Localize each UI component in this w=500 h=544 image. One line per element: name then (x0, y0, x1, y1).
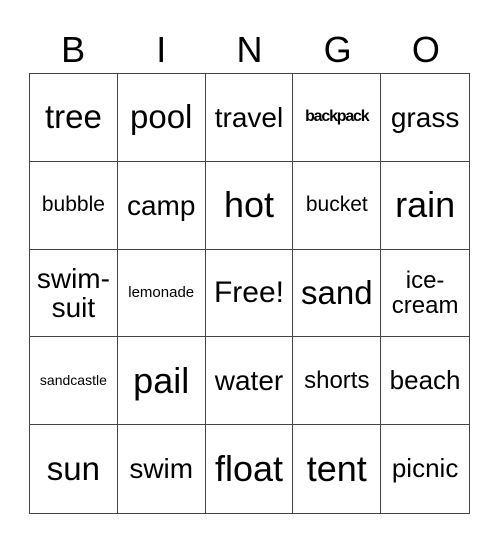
bingo-cell[interactable]: swim (118, 425, 206, 513)
bingo-cell[interactable]: lemonade (117, 249, 206, 338)
header-letter-i: I (156, 29, 167, 70)
bingo-card: tree pool travel backpack grass bubble c… (29, 73, 470, 514)
bingo-cell[interactable]: bubble (30, 161, 118, 250)
bingo-cell[interactable]: camp (117, 161, 206, 250)
bingo-cell[interactable]: pool (117, 74, 206, 162)
bingo-cell[interactable]: tent (293, 425, 382, 513)
header-letter-g: G (323, 29, 352, 70)
bingo-cell[interactable]: travel (205, 74, 294, 162)
bingo-cell[interactable]: swim- suit (30, 249, 118, 338)
bingo-cell[interactable]: sun (30, 425, 118, 513)
header-letter-b: B (61, 29, 86, 70)
bingo-cell[interactable]: pail (117, 337, 206, 426)
bingo-cell[interactable]: water (205, 337, 294, 426)
bingo-cell[interactable]: tree (30, 74, 118, 162)
free-space[interactable]: Free! (205, 249, 294, 338)
bingo-cell[interactable]: beach (381, 337, 469, 426)
bingo-cell[interactable]: sand (293, 249, 382, 338)
bingo-cell[interactable]: float (206, 425, 294, 513)
bingo-cell[interactable]: ice- cream (381, 250, 469, 338)
bingo-cell[interactable]: rain (381, 162, 469, 250)
header-letter-n: N (236, 29, 263, 70)
header-letter-o: O (411, 29, 440, 70)
bingo-cell[interactable]: hot (205, 161, 294, 250)
bingo-cell[interactable]: bucket (293, 161, 382, 250)
bingo-cell[interactable]: sandcastle (30, 337, 118, 426)
bingo-cell[interactable]: shorts (293, 337, 382, 426)
bingo-cell[interactable]: grass (381, 74, 469, 162)
bingo-header: B I N G O (29, 28, 470, 72)
bingo-cell[interactable]: picnic (381, 425, 469, 513)
bingo-cell[interactable]: backpack (293, 74, 382, 162)
